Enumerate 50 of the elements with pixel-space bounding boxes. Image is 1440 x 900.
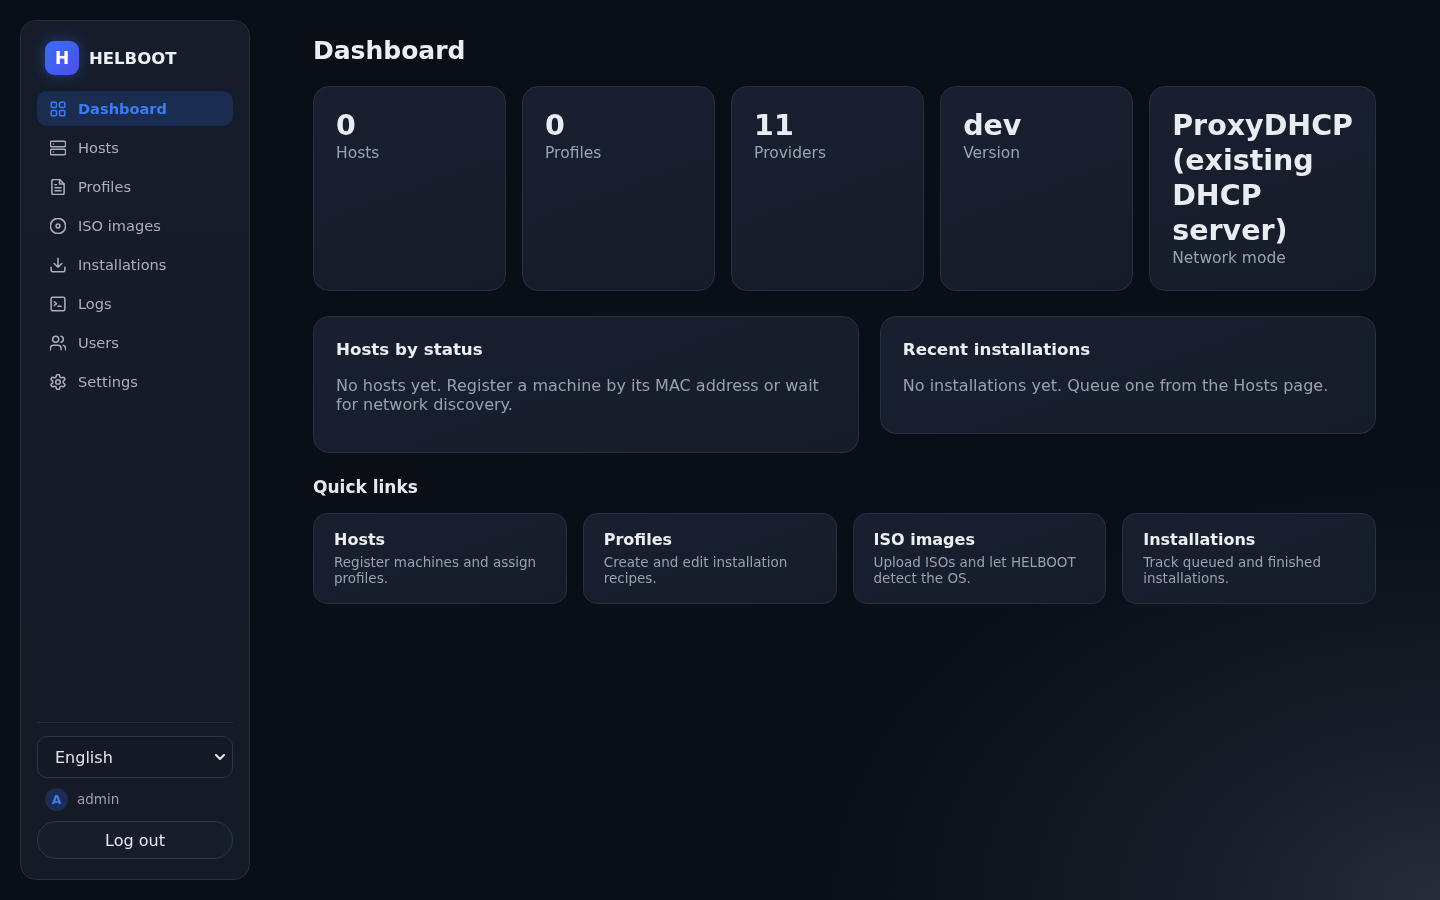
quick-link-title: ISO images bbox=[873, 530, 976, 550]
stat-value: 11 bbox=[754, 108, 794, 143]
user-avatar: A bbox=[45, 787, 68, 811]
logo-tile: H bbox=[45, 41, 79, 75]
language-select[interactable]: English bbox=[37, 736, 233, 778]
quick-link-title: Installations bbox=[1143, 530, 1257, 550]
nav-item[interactable]: Installations bbox=[37, 247, 233, 282]
quick-link-description: Register machines and assign profiles. bbox=[334, 554, 538, 586]
brand-name: HELBOOT bbox=[89, 48, 177, 68]
server-icon bbox=[50, 139, 66, 156]
nav-item[interactable]: ISO images bbox=[37, 208, 233, 243]
nav-item[interactable]: Hosts bbox=[37, 130, 233, 165]
quick-link-title: Profiles bbox=[603, 530, 674, 550]
quick-link-description: Create and edit installation recipes. bbox=[603, 554, 789, 586]
nav-item[interactable]: Logs bbox=[37, 286, 233, 321]
download-icon bbox=[50, 256, 66, 273]
panel-title: Hosts by status bbox=[336, 339, 484, 359]
settings-icon bbox=[50, 373, 66, 390]
quick-link-description: Track queued and finished installations. bbox=[1143, 554, 1322, 586]
empty-state-text: No hosts yet. Register a machine by its MAC address or wait for network discovery. bbox=[336, 376, 820, 414]
stat-label: Hosts bbox=[336, 143, 381, 163]
stat-value: 0 bbox=[545, 108, 565, 143]
quick-link-card[interactable]: ISO images Upload ISOs and let HELBOOT detect the OS. bbox=[852, 513, 1107, 604]
panel-title: Recent installations bbox=[902, 339, 1092, 359]
stat-label: Network mode bbox=[1172, 248, 1287, 268]
stat-value: 0 bbox=[336, 108, 356, 143]
quick-link-card[interactable]: Hosts Register machines and assign profiles. bbox=[313, 513, 567, 604]
nav-item[interactable]: Profiles bbox=[37, 169, 233, 204]
quick-link-title: Hosts bbox=[334, 530, 387, 550]
section-heading: Quick links bbox=[313, 477, 419, 497]
logout-button[interactable]: Log out bbox=[37, 821, 233, 859]
chevron-down-icon bbox=[215, 754, 225, 760]
document-icon bbox=[50, 178, 66, 195]
stat-value: dev bbox=[963, 108, 1022, 143]
terminal-icon bbox=[50, 295, 66, 312]
stat-label: Profiles bbox=[545, 143, 603, 163]
empty-state-text: No installations yet. Queue one from the Hosts page. bbox=[902, 376, 1330, 395]
quick-link-card[interactable]: Installations Track queued and finished installations. bbox=[1122, 513, 1376, 604]
stat-value: ProxyDHCP (existing DHCP server) bbox=[1172, 108, 1353, 248]
stat-label: Version bbox=[963, 143, 1022, 163]
nav-item[interactable]: Settings bbox=[37, 364, 233, 399]
quick-link-card[interactable]: Profiles Create and edit installation recipes. bbox=[582, 513, 837, 604]
nav-item[interactable]: Users bbox=[37, 325, 233, 360]
stat-label: Providers bbox=[754, 143, 827, 163]
grid-icon bbox=[50, 100, 66, 117]
user-name: admin bbox=[77, 791, 120, 807]
users-icon bbox=[50, 334, 66, 351]
quick-link-description: Upload ISOs and let HELBOOT detect the OS. bbox=[873, 554, 1077, 586]
nav-item[interactable]: Dashboard bbox=[37, 91, 233, 126]
page-title: Dashboard bbox=[313, 36, 467, 66]
